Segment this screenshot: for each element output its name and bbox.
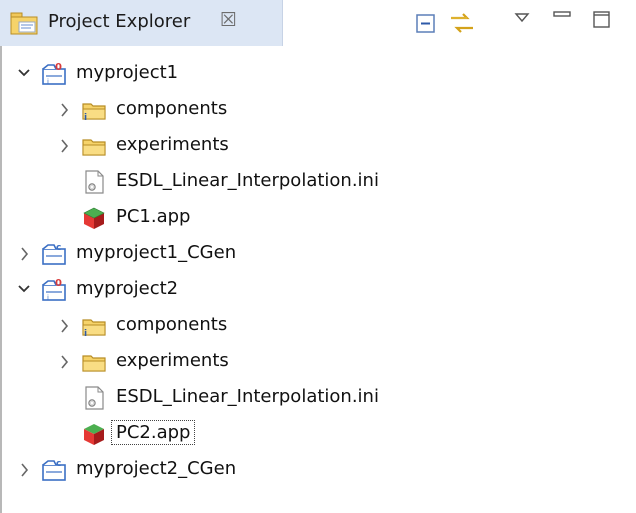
tree-item-label: experiments [116,350,229,371]
components-folder-icon: i [82,103,106,123]
project-icon: 0 i [42,62,66,86]
app-cube-icon [83,207,105,229]
tree-item-ini-file[interactable]: ESDL_Linear_Interpolation.ini [0,380,636,416]
project-explorer-tab[interactable]: Project Explorer ☒ [0,0,283,46]
chevron-down-icon[interactable] [16,272,32,308]
tree-item-myproject2[interactable]: 0 i myproject2 [0,272,636,308]
chevron-down-icon[interactable] [16,56,32,92]
folder-icon [82,355,106,372]
tree-item-label: ESDL_Linear_Interpolation.ini [116,386,379,407]
ini-file-icon [85,386,104,410]
tree-item-app-file[interactable]: PC2.app [0,416,636,452]
app-cube-icon [84,424,104,445]
svg-text:i: i [47,78,49,86]
tree-item-label: components [116,98,228,119]
tree-item-label: PC2.app [110,420,196,445]
chevron-right-icon[interactable] [16,452,32,488]
minimize-icon[interactable] [552,9,572,21]
tree-item-label: experiments [116,134,229,155]
tree-item-components[interactable]: i components [0,92,636,128]
tree-item-myproject2-cgen[interactable]: c myproject2_CGen [0,452,636,488]
tree-item-label: components [116,314,228,335]
view-menu-icon[interactable] [514,11,530,25]
tree-item-experiments[interactable]: experiments [0,344,636,380]
project-icon: 0 i [42,278,66,302]
chevron-right-icon[interactable] [56,344,72,380]
tree-item-label: myproject1 [76,62,179,83]
maximize-icon[interactable] [592,10,612,30]
project-explorer-icon [10,12,38,35]
tree-item-myproject1-cgen[interactable]: c myproject1_CGen [0,236,636,272]
view-header: Project Explorer ☒ [0,0,636,46]
svg-text:i: i [84,329,87,339]
svg-text:c: c [56,459,61,469]
svg-text:i: i [47,294,49,302]
svg-text:c: c [56,243,61,253]
tree-item-label: myproject2_CGen [76,458,237,479]
tree-item-app-file[interactable]: PC1.app [0,200,636,236]
tree-item-label: myproject1_CGen [76,242,237,263]
folder-icon [82,139,106,156]
chevron-right-icon[interactable] [16,236,32,272]
tree-item-components[interactable]: i components [0,308,636,344]
link-with-editor-icon[interactable] [447,8,477,38]
tree-item-ini-file[interactable]: ESDL_Linear_Interpolation.ini [0,164,636,200]
cgen-project-icon: c [42,459,66,481]
svg-text:0: 0 [55,278,62,289]
chevron-right-icon[interactable] [56,128,72,164]
close-icon[interactable]: ☒ [220,10,237,30]
tree-item-label: ESDL_Linear_Interpolation.ini [116,170,379,191]
ini-file-icon [85,170,104,194]
chevron-right-icon[interactable] [56,308,72,344]
collapse-all-icon[interactable] [415,13,437,35]
svg-text:i: i [84,113,87,123]
tree-item-label: PC1.app [116,206,191,227]
chevron-right-icon[interactable] [56,92,72,128]
components-folder-icon: i [82,319,106,339]
tree-item-experiments[interactable]: experiments [0,128,636,164]
svg-text:0: 0 [55,62,62,73]
tree-item-myproject1[interactable]: 0 i myproject1 [0,56,636,92]
tree-item-label: myproject2 [76,278,179,299]
cgen-project-icon: c [42,243,66,265]
view-title: Project Explorer [48,11,191,32]
